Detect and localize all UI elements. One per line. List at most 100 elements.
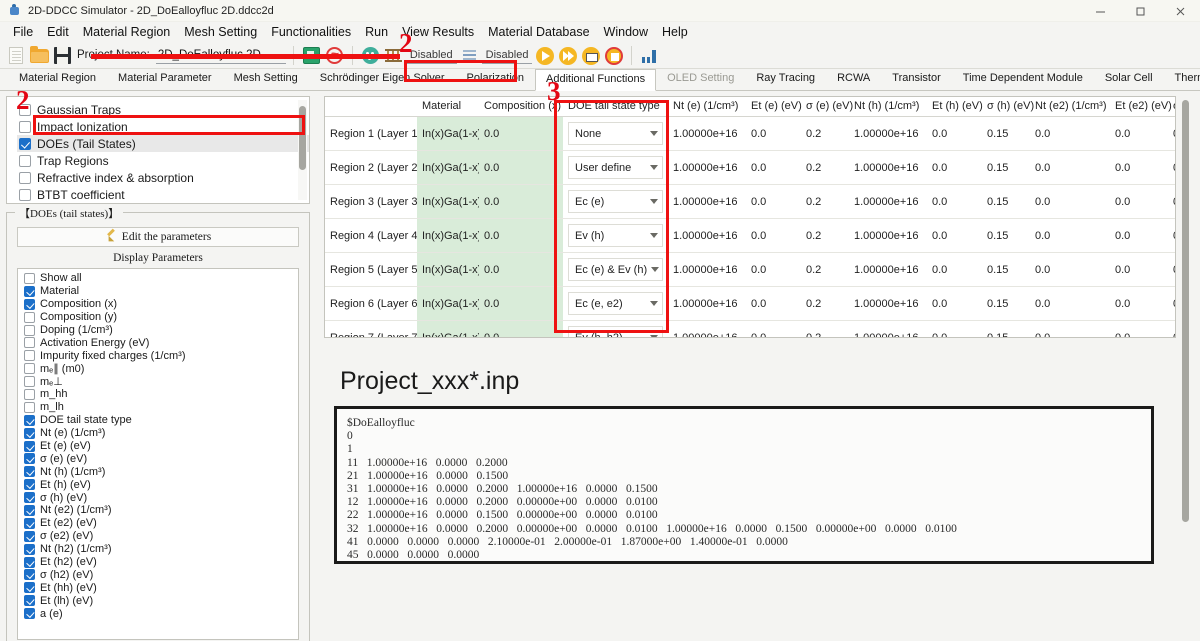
- checkbox-icon[interactable]: [24, 543, 35, 555]
- table-cell-et-e2[interactable]: 0.0: [1110, 116, 1168, 151]
- table-cell-nt-e[interactable]: 1.00000e+16: [668, 252, 746, 287]
- table-cell-sigma-e[interactable]: 0.2: [801, 218, 849, 253]
- parallel-icon[interactable]: [459, 45, 480, 66]
- table-cell-sigma-e[interactable]: 0.2: [801, 320, 849, 337]
- checkbox-icon[interactable]: [24, 350, 35, 362]
- table-cell-nt-h[interactable]: 1.00000e+16: [849, 150, 927, 185]
- table-cell-sigma-e2[interactable]: 0.01: [1168, 184, 1175, 219]
- table-cell-doe-type[interactable]: Ec (e, e2): [563, 286, 668, 321]
- table-cell-et-e[interactable]: 0.0: [746, 320, 801, 337]
- table-cell-nt-e2[interactable]: 0.0: [1030, 286, 1110, 321]
- table-cell-sigma-h[interactable]: 0.15: [982, 252, 1030, 287]
- checkbox-icon[interactable]: [24, 311, 35, 323]
- stop-icon[interactable]: [603, 45, 624, 66]
- checkbox-icon[interactable]: [24, 453, 35, 465]
- table-row[interactable]: Region 6 (Layer 6)In(x)Ga(1-x)NType 120.…: [325, 286, 1175, 321]
- chevron-down-icon[interactable]: [650, 335, 658, 337]
- param-item-doping[interactable]: Doping (1/cm³): [22, 324, 298, 337]
- param-item-show-all[interactable]: Show all: [22, 272, 298, 285]
- table-cell-doe-type[interactable]: Ec (e): [563, 184, 668, 219]
- table-cell-sigma-e[interactable]: 0.2: [801, 150, 849, 185]
- table-cell-sigma-e2[interactable]: 0.01: [1168, 116, 1175, 151]
- checkbox-icon[interactable]: [24, 388, 35, 400]
- table-cell-sigma-e2[interactable]: 0.01: [1168, 320, 1175, 337]
- edit-parameters-button[interactable]: Edit the parameters: [17, 227, 299, 247]
- table-cell-et-h[interactable]: 0.0: [927, 252, 982, 287]
- table-cell-doe-type[interactable]: Ec (e) & Ev (h): [563, 252, 668, 287]
- right-panel-scrollbar[interactable]: [1179, 96, 1192, 636]
- param-item-et-h[interactable]: Et (h) (eV): [22, 478, 298, 491]
- table-cell-composition[interactable]: 0.0: [479, 184, 563, 219]
- table-cell-nt-h[interactable]: 1.00000e+16: [849, 116, 927, 151]
- doe-type-dropdown[interactable]: Ev (h, h2): [568, 326, 663, 337]
- checkbox-icon[interactable]: [24, 363, 35, 375]
- checkbox-icon[interactable]: [24, 427, 35, 439]
- chevron-down-icon[interactable]: [650, 165, 658, 170]
- param-item-a-e[interactable]: a (e): [22, 607, 298, 620]
- table-row[interactable]: Region 2 (Layer 2)In(x)Ga(1-x)N0.0User d…: [325, 150, 1175, 185]
- param-item-material[interactable]: Material: [22, 285, 298, 298]
- table-cell-sigma-e2[interactable]: 0.01: [1168, 252, 1175, 287]
- tab-oled-setting[interactable]: OLED Setting: [656, 68, 745, 90]
- table-cell-sigma-e[interactable]: 0.2: [801, 252, 849, 287]
- param-item-doe-tail-state-type[interactable]: DOE tail state type: [22, 414, 298, 427]
- table-cell-et-e[interactable]: 0.0: [746, 286, 801, 321]
- tab-ray-tracing[interactable]: Ray Tracing: [745, 68, 826, 90]
- table-cell-composition[interactable]: 0.0: [479, 116, 563, 151]
- menu-item-mesh-setting[interactable]: Mesh Setting: [177, 22, 264, 42]
- table-cell-et-e[interactable]: 0.0: [746, 252, 801, 287]
- menu-item-functionalities[interactable]: Functionalities: [264, 22, 358, 42]
- checkbox-icon[interactable]: [19, 171, 31, 184]
- function-item-refractive-index[interactable]: Refractive index & absorption: [17, 169, 309, 186]
- refresh-icon[interactable]: [324, 45, 345, 66]
- structure-icon[interactable]: [301, 45, 322, 66]
- table-cell-et-h[interactable]: 0.0: [927, 286, 982, 321]
- checkbox-icon[interactable]: [24, 608, 35, 620]
- menu-item-window[interactable]: Window: [597, 22, 655, 42]
- menu-item-material-database[interactable]: Material Database: [481, 22, 596, 42]
- table-cell-material[interactable]: In(x)Ga(1-x)N: [417, 150, 479, 185]
- checkbox-icon[interactable]: [24, 298, 35, 310]
- table-cell-et-e2[interactable]: 0.0: [1110, 252, 1168, 287]
- param-item-m-lh[interactable]: m_lh: [22, 401, 298, 414]
- table-cell-nt-e[interactable]: 1.00000e+16: [668, 150, 746, 185]
- tab-schrodinger-eigen-solver[interactable]: Schrödinger Eigen Solver: [309, 68, 456, 90]
- table-cell-et-e[interactable]: 0.0: [746, 218, 801, 253]
- table-cell-composition[interactable]: 0.0: [479, 286, 563, 321]
- table-cell-nt-h[interactable]: 1.00000e+16: [849, 320, 927, 337]
- param-item-sigma-e[interactable]: σ (e) (eV): [22, 452, 298, 465]
- chevron-down-icon[interactable]: [650, 233, 658, 238]
- checkbox-icon[interactable]: [24, 440, 35, 452]
- table-cell-et-e[interactable]: 0.0: [746, 116, 801, 151]
- table-cell-nt-e2[interactable]: 0.0: [1030, 320, 1110, 337]
- checkbox-icon[interactable]: [24, 337, 35, 349]
- table-cell-composition[interactable]: 0.0: [479, 252, 563, 287]
- tab-thermal[interactable]: Thermal: [1164, 68, 1200, 90]
- chevron-down-icon[interactable]: [650, 301, 658, 306]
- menu-item-edit[interactable]: Edit: [40, 22, 76, 42]
- checkbox-icon[interactable]: [24, 479, 35, 491]
- disabled-status-2[interactable]: Disabled: [481, 47, 533, 64]
- param-item-et-hh[interactable]: Et (hh) (eV): [22, 581, 298, 594]
- table-cell-composition[interactable]: 0.0: [479, 150, 563, 185]
- param-item-me-parallel[interactable]: mₑ∥ (m0): [22, 362, 298, 375]
- table-cell-et-h[interactable]: 0.0: [927, 320, 982, 337]
- project-name-input[interactable]: [155, 46, 286, 64]
- function-item-multi-levels-traps[interactable]: Multi-levels Traps: [17, 203, 309, 204]
- table-cell-et-e[interactable]: 0.0: [746, 184, 801, 219]
- table-cell-sigma-h[interactable]: 0.15: [982, 320, 1030, 337]
- table-cell-nt-h[interactable]: 1.00000e+16: [849, 286, 927, 321]
- open-folder-icon[interactable]: [29, 45, 50, 66]
- checkbox-icon[interactable]: [24, 569, 35, 581]
- chevron-down-icon[interactable]: [650, 199, 658, 204]
- table-cell-sigma-h[interactable]: 0.15: [982, 218, 1030, 253]
- table-cell-material[interactable]: In(x)Ga(1-x)N: [417, 116, 479, 151]
- table-cell-composition[interactable]: 0.0: [479, 320, 563, 337]
- param-item-activation-energy[interactable]: Activation Energy (eV): [22, 336, 298, 349]
- table-cell-nt-e2[interactable]: 0.0: [1030, 218, 1110, 253]
- checkbox-icon[interactable]: [24, 492, 35, 504]
- doe-type-dropdown[interactable]: User define: [568, 156, 663, 179]
- param-item-sigma-h[interactable]: σ (h) (eV): [22, 491, 298, 504]
- table-cell-material[interactable]: In(x)Ga(1-x)NType 31: [417, 252, 479, 287]
- doe-type-dropdown[interactable]: Ec (e) & Ev (h): [568, 258, 663, 281]
